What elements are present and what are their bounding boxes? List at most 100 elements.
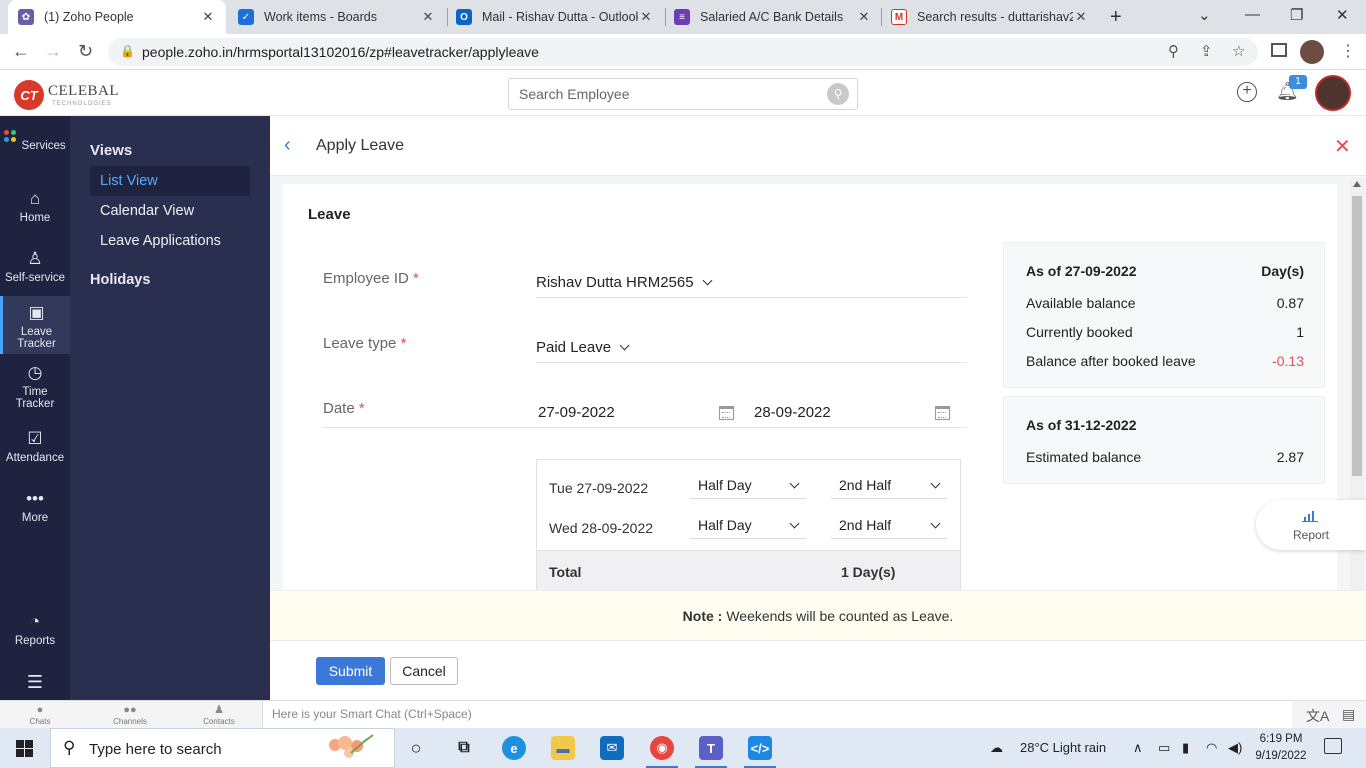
- windows-start-icon[interactable]: [16, 740, 33, 757]
- rail-label: Time Tracker: [15, 386, 55, 410]
- url-text[interactable]: people.zoho.in/hrmsportal13102016/zp#lea…: [142, 44, 539, 60]
- calendar-icon[interactable]: [719, 406, 734, 420]
- rail-item-more[interactable]: ••• More: [0, 489, 70, 524]
- employee-id-select[interactable]: Rishav Dutta HRM2565: [536, 274, 713, 291]
- system-clock[interactable]: 6:19 PM 9/19/2022: [1250, 731, 1312, 765]
- rail-item-self-service[interactable]: ♙ Self-service: [0, 249, 70, 284]
- date-from-input[interactable]: 27-09-2022: [538, 404, 615, 421]
- vscode-icon[interactable]: </>: [744, 736, 776, 768]
- user-avatar[interactable]: [1315, 75, 1351, 111]
- scrollbar-thumb[interactable]: [1352, 196, 1362, 476]
- cancel-button[interactable]: Cancel: [390, 657, 458, 685]
- mail-icon[interactable]: ✉: [600, 736, 624, 760]
- browser-tab-forms[interactable]: ≡ Salaried A/C Bank Details ✕: [664, 0, 882, 34]
- leave-balance-box: As of 27-09-2022 Day(s) Available balanc…: [1003, 242, 1325, 388]
- taskbar-search-box[interactable]: ⚲ Type here to search: [50, 728, 395, 768]
- employee-search-input[interactable]: [509, 79, 809, 109]
- new-tab-icon[interactable]: +: [1110, 6, 1122, 29]
- weather-icon[interactable]: ☁: [990, 740, 1003, 756]
- day-type-select[interactable]: Half Day: [690, 513, 806, 539]
- smart-chat-box: [262, 701, 1292, 729]
- leave-type-select[interactable]: Paid Leave: [536, 339, 630, 356]
- browser-tab-boards[interactable]: ✓ Work items - Boards ✕: [228, 0, 446, 34]
- available-balance-label: Available balance: [1026, 295, 1136, 311]
- close-icon[interactable]: ✕: [1334, 134, 1351, 159]
- browser-tab-zoho-people[interactable]: ✿ (1) Zoho People ✕: [8, 0, 226, 34]
- channels-button[interactable]: ●● Channels: [100, 704, 160, 726]
- chrome-icon[interactable]: ◉: [646, 736, 678, 768]
- teams-icon[interactable]: T: [695, 736, 727, 768]
- bookmark-star-icon[interactable]: ☆: [1232, 42, 1245, 60]
- day-type-select[interactable]: Half Day: [690, 473, 806, 499]
- day-half-select[interactable]: 2nd Half: [831, 473, 947, 499]
- browser-tab-outlook[interactable]: O Mail - Rishav Dutta - Outlook ✕: [446, 0, 664, 34]
- share-icon[interactable]: ⇪: [1200, 42, 1213, 60]
- translate-icon[interactable]: 文A: [1306, 706, 1329, 726]
- day-half-select[interactable]: 2nd Half: [831, 513, 947, 539]
- submit-button[interactable]: Submit: [316, 657, 385, 685]
- forward-arrow-icon[interactable]: →: [44, 41, 62, 62]
- reload-icon[interactable]: ↻: [78, 41, 93, 62]
- required-asterisk: *: [400, 335, 407, 352]
- search-icon[interactable]: ⚲: [827, 83, 849, 105]
- rail-item-attendance[interactable]: ☑ Attendance: [0, 429, 70, 464]
- edge-icon[interactable]: e: [502, 736, 526, 760]
- calendar-icon[interactable]: [935, 406, 950, 420]
- tray-chevron-icon[interactable]: ∧: [1133, 740, 1143, 756]
- hamburger-menu-icon[interactable]: ☰: [0, 672, 70, 693]
- contacts-button[interactable]: ♟ Contacts: [189, 704, 249, 726]
- battery-icon[interactable]: ▮: [1182, 740, 1189, 756]
- scroll-up-arrow-icon[interactable]: [1353, 181, 1361, 187]
- location-icon[interactable]: ⚲: [1168, 42, 1179, 60]
- rail-item-home[interactable]: ⌂ Home: [0, 189, 70, 224]
- message-icon[interactable]: ▤: [1342, 706, 1355, 723]
- leave-type-label: Leave type *: [323, 335, 406, 352]
- maximize-icon[interactable]: ❐: [1290, 6, 1303, 24]
- window-close-icon[interactable]: ✕: [1336, 6, 1349, 24]
- clock-date: 9/19/2022: [1255, 750, 1307, 762]
- close-tab-icon[interactable]: ✕: [856, 9, 872, 25]
- task-view-icon[interactable]: ⧉: [452, 736, 476, 760]
- lock-icon[interactable]: 🔒: [120, 44, 135, 58]
- rail-item-reports[interactable]: ◔ Reports: [0, 612, 70, 647]
- subnav-item-leave-applications[interactable]: Leave Applications: [90, 226, 250, 256]
- rail-label: Leave Tracker: [17, 326, 56, 350]
- back-chevron-icon[interactable]: ‹: [284, 134, 291, 157]
- date-to-input[interactable]: 28-09-2022: [754, 404, 831, 421]
- browser-menu-icon[interactable]: ⋮: [1340, 41, 1356, 61]
- subnav-item-calendar-view[interactable]: Calendar View: [90, 196, 250, 226]
- weather-text[interactable]: 28°C Light rain: [1020, 740, 1106, 755]
- close-tab-icon[interactable]: ✕: [638, 9, 654, 25]
- company-logo-text[interactable]: CELEBAL: [48, 83, 119, 100]
- add-icon[interactable]: +: [1237, 82, 1257, 102]
- rail-item-leave-tracker[interactable]: ▣ Leave Tracker: [0, 296, 70, 354]
- rail-item-time-tracker[interactable]: ◷ Time Tracker: [0, 363, 70, 410]
- close-tab-icon[interactable]: ✕: [1073, 9, 1089, 25]
- volume-icon[interactable]: ◀): [1228, 740, 1242, 756]
- browser-tab-gmail[interactable]: M Search results - duttarishav2 ✕: [881, 0, 1099, 34]
- subnav-item-holidays[interactable]: Holidays: [90, 272, 150, 288]
- back-arrow-icon[interactable]: ←: [12, 41, 30, 62]
- report-button[interactable]: Report: [1256, 500, 1366, 550]
- attendance-icon: ☑: [27, 429, 43, 448]
- side-panel-icon[interactable]: [1271, 43, 1287, 57]
- subnav-item-list-view[interactable]: List View: [90, 166, 250, 196]
- contacts-label: Contacts: [203, 717, 235, 726]
- minimize-icon[interactable]: —: [1245, 6, 1260, 23]
- close-tab-icon[interactable]: ✕: [420, 9, 436, 25]
- company-logo-mark[interactable]: CT: [14, 80, 44, 110]
- tab-search-icon[interactable]: ⌄: [1198, 6, 1211, 24]
- smart-chat-input[interactable]: [263, 701, 863, 727]
- address-bar[interactable]: 🔒 people.zoho.in/hrmsportal13102016/zp#l…: [108, 38, 1258, 66]
- notification-center-icon[interactable]: [1324, 738, 1342, 754]
- meet-now-icon[interactable]: ▭: [1158, 740, 1170, 756]
- close-tab-icon[interactable]: ✕: [200, 9, 216, 25]
- wifi-icon[interactable]: ◠: [1206, 740, 1217, 756]
- rail-item-services[interactable]: Services: [0, 130, 70, 152]
- chats-button[interactable]: ● Chats: [10, 704, 70, 726]
- day-type-value: Half Day: [698, 517, 752, 533]
- cortana-icon[interactable]: ○: [404, 736, 428, 760]
- file-explorer-icon[interactable]: ▬: [551, 736, 575, 760]
- rail-label: Self-service: [4, 272, 66, 284]
- browser-profile-avatar[interactable]: [1300, 40, 1324, 64]
